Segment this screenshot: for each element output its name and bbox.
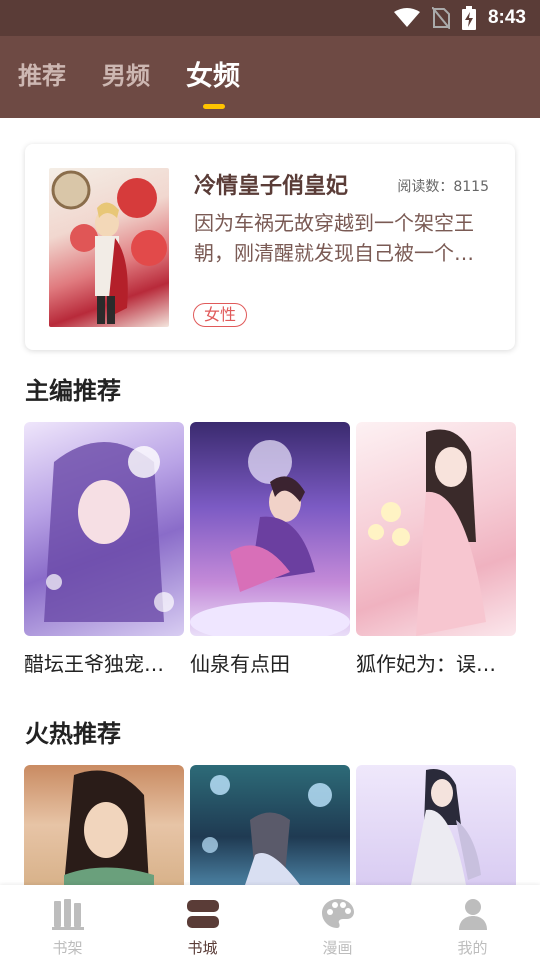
cover-illustration bbox=[190, 440, 350, 636]
cover-illustration bbox=[44, 442, 174, 622]
nav-bookstore[interactable]: 书城 bbox=[135, 885, 270, 960]
book-cover-3[interactable] bbox=[356, 422, 516, 636]
hot-picks-heading: 火热推荐 bbox=[25, 720, 121, 748]
book-cover-2[interactable] bbox=[190, 422, 350, 636]
tab-male[interactable]: 男频 bbox=[102, 56, 150, 91]
no-sim-icon bbox=[431, 7, 450, 29]
status-icons: 8:43 bbox=[393, 0, 526, 36]
book-title-1[interactable]: 醋坛王爷独宠… bbox=[24, 648, 184, 677]
editor-picks-heading: 主编推荐 bbox=[25, 377, 121, 405]
book-title-2[interactable]: 仙泉有点田 bbox=[190, 648, 350, 677]
featured-book-title[interactable]: 冷情皇子俏皇妃 bbox=[194, 168, 348, 200]
status-time: 8:43 bbox=[487, 7, 526, 28]
read-count: 阅读数：8115 bbox=[397, 179, 489, 195]
tab-recommend[interactable]: 推荐 bbox=[18, 56, 66, 91]
featured-book-card[interactable]: 冷情皇子俏皇妃 阅读数：8115 因为车祸无故穿越到一个架空王朝，刚清醒就发现自… bbox=[25, 144, 515, 350]
bottom-nav: 书架 书城 漫画 我的 bbox=[0, 885, 540, 960]
hot-book-cover-2[interactable] bbox=[190, 765, 350, 885]
status-bar: 8:43 bbox=[0, 0, 540, 36]
battery-charging-icon bbox=[461, 6, 476, 30]
bookstore-icon bbox=[186, 900, 219, 928]
active-tab-indicator bbox=[203, 104, 225, 109]
cover-illustration bbox=[202, 775, 332, 885]
cover-illustration bbox=[411, 769, 481, 885]
cover-illustration bbox=[64, 770, 154, 885]
nav-label-bookshelf: 书架 bbox=[52, 939, 83, 957]
hot-book-cover-1[interactable] bbox=[24, 765, 184, 885]
nav-bookshelf[interactable]: 书架 bbox=[0, 885, 135, 960]
cover-illustration bbox=[368, 429, 486, 636]
wifi-icon bbox=[393, 8, 420, 27]
nav-label-comics: 漫画 bbox=[322, 939, 353, 957]
hot-book-cover-3[interactable] bbox=[356, 765, 516, 885]
nav-label-bookstore: 书城 bbox=[187, 939, 218, 957]
book-cover-1[interactable] bbox=[24, 422, 184, 636]
featured-book-description: 因为车祸无故穿越到一个架空王朝，刚清醒就发现自己被一个… bbox=[194, 211, 474, 265]
cover-illustration bbox=[51, 170, 167, 324]
top-tab-bar: 推荐 男频 女频 bbox=[0, 36, 540, 118]
nav-label-profile: 我的 bbox=[457, 939, 488, 957]
bookshelf-icon bbox=[51, 899, 84, 930]
nav-comics[interactable]: 漫画 bbox=[270, 885, 405, 960]
book-title-3[interactable]: 狐作妃为：误… bbox=[356, 648, 516, 677]
featured-book-cover[interactable] bbox=[49, 168, 169, 327]
comic-palette-icon bbox=[321, 899, 354, 928]
profile-icon bbox=[458, 899, 487, 930]
genre-tag: 女性 bbox=[193, 303, 248, 327]
tab-female[interactable]: 女频 bbox=[186, 54, 240, 93]
nav-profile[interactable]: 我的 bbox=[405, 885, 540, 960]
